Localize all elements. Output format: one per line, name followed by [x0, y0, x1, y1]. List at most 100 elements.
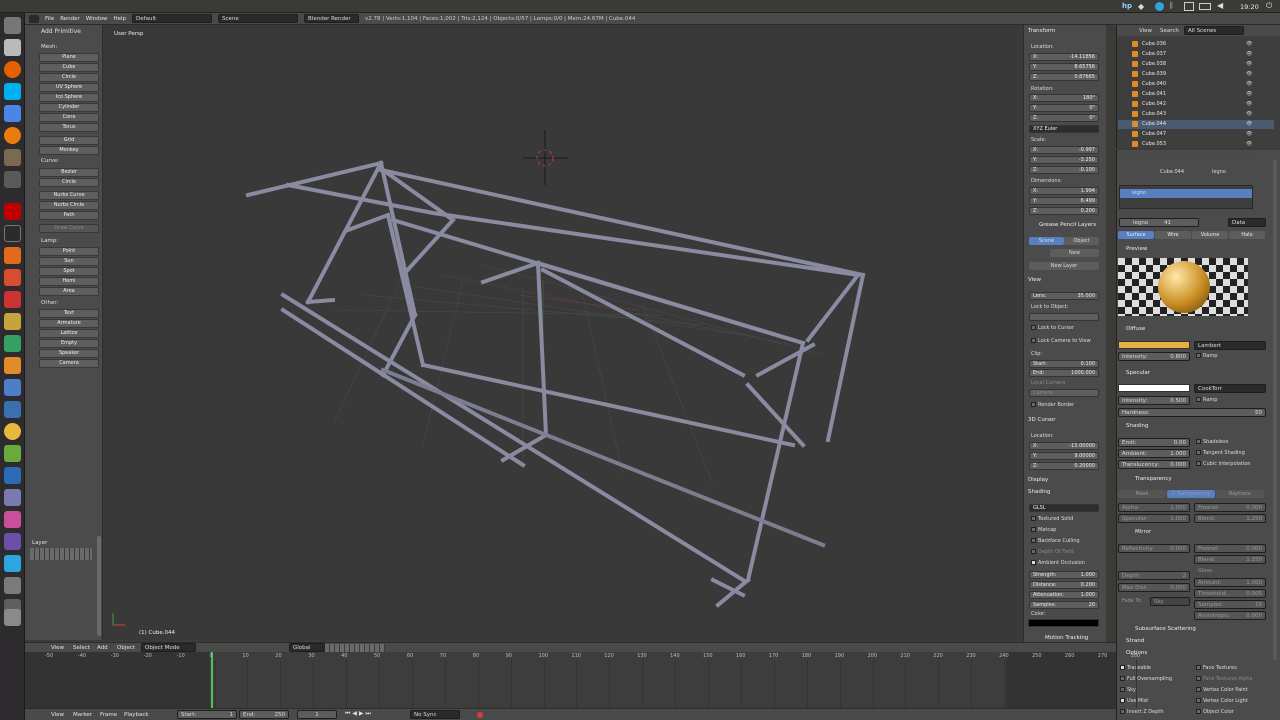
visibility-icon[interactable]: 👁	[1246, 51, 1252, 57]
display-panel-header[interactable]: Display	[1028, 477, 1048, 483]
start-frame-field[interactable]: Start: 1	[177, 710, 237, 719]
add-grid-button[interactable]: Grid	[39, 136, 99, 145]
menu-help[interactable]: Help	[114, 16, 127, 22]
max-dist-field[interactable]: Max Dist: 0.000	[1118, 583, 1190, 592]
outliner-row[interactable]: Cube.053 👁	[1118, 140, 1274, 149]
checkbox[interactable]	[1196, 461, 1201, 466]
option-face-textures-alpha[interactable]: Face Textures Alpha	[1196, 676, 1253, 682]
timeline[interactable]: -50 -40 -30 -20 -10 0 10 20 30 40 50 60 70 80 90 100 110…	[25, 652, 1140, 708]
specular-header[interactable]: Specular	[1126, 370, 1150, 376]
blend-field[interactable]: Blend: 1.250	[1194, 514, 1266, 523]
material-name-field[interactable]: legno 41	[1119, 218, 1199, 227]
specular-shader-dropdown[interactable]: CookTorr	[1194, 384, 1266, 393]
rotation-z-field[interactable]: Z: 0°	[1029, 114, 1099, 122]
specular-color[interactable]	[1118, 384, 1190, 392]
cursor-location-z-field[interactable]: Z: 0.20000	[1029, 462, 1099, 470]
diffuse-color[interactable]	[1118, 341, 1190, 349]
app-icon[interactable]	[4, 357, 21, 374]
app-icon[interactable]	[4, 489, 21, 506]
grease-pencil-header[interactable]: Grease Pencil Layers	[1039, 222, 1096, 228]
cursor-location-y-field[interactable]: Y: 9.00000	[1029, 452, 1099, 460]
material-tab-halo[interactable]: Halo	[1229, 231, 1265, 239]
app-icon[interactable]	[4, 171, 21, 188]
scene-selector[interactable]: Scene	[218, 14, 299, 23]
add-uv-sphere-button[interactable]: UV Sphere	[39, 83, 99, 92]
visibility-icon[interactable]: 👁	[1246, 101, 1252, 107]
reflectivity-field[interactable]: Reflectivity: 0.000	[1118, 544, 1190, 553]
option-object-color[interactable]: Object Color	[1196, 709, 1234, 715]
app-icon[interactable]	[4, 445, 21, 462]
filezilla-icon[interactable]	[4, 203, 21, 220]
layout-selector[interactable]: Default	[132, 14, 213, 23]
toolshelf-scrollbar[interactable]	[97, 536, 101, 636]
checkbox[interactable]	[1031, 516, 1036, 521]
option-sky[interactable]: Sky	[1120, 687, 1136, 693]
vp-menu-view[interactable]: View	[51, 645, 64, 651]
menu-file[interactable]: File	[45, 16, 54, 22]
option-full-oversampling[interactable]: Full Oversampling	[1120, 676, 1172, 682]
checkbox[interactable]	[1120, 676, 1125, 681]
add-cylinder-button[interactable]: Cylinder	[39, 103, 99, 112]
checkbox[interactable]	[1196, 709, 1201, 714]
telegram-icon[interactable]	[1155, 2, 1164, 11]
depth-of-field[interactable]: Depth Of Field	[1031, 549, 1074, 555]
chrome-icon[interactable]	[4, 423, 21, 440]
volume-icon[interactable]: ◀	[1217, 1, 1223, 10]
new-button[interactable]: New	[1050, 249, 1099, 257]
add-text-button[interactable]: Text	[39, 309, 99, 318]
sss-header[interactable]: Subsurface Scattering	[1135, 626, 1196, 632]
ambient-occlusion[interactable]: Ambient Occlusion	[1031, 560, 1085, 566]
engine-selector[interactable]: Blender Render	[304, 14, 360, 23]
app-icon[interactable]	[4, 335, 21, 352]
layer-buttons[interactable]	[325, 644, 385, 652]
keyboard-icon[interactable]	[1184, 2, 1194, 11]
add-torus-button[interactable]: Torus	[39, 123, 99, 132]
app-icon[interactable]	[4, 247, 21, 264]
checkbox[interactable]	[1031, 338, 1036, 343]
add-nurbs-curve-button[interactable]: Nurbs Curve	[39, 191, 99, 200]
checkbox[interactable]	[1031, 538, 1036, 543]
dimensions-x-field[interactable]: X: 1.994	[1029, 187, 1099, 195]
diffuse-header[interactable]: Diffuse	[1126, 326, 1145, 332]
add-speaker-button[interactable]: Speaker	[39, 349, 99, 358]
docs-icon[interactable]	[4, 105, 21, 122]
outliner-row[interactable]: Cube.041 👁	[1118, 90, 1274, 99]
diffuse-intensity-field[interactable]: Intensity: 0.800	[1118, 352, 1190, 361]
checkbox[interactable]	[1196, 687, 1201, 692]
checkbox[interactable]	[1120, 665, 1125, 670]
tl-menu-view[interactable]: View	[51, 712, 64, 718]
checkbox[interactable]	[1196, 698, 1201, 703]
location-z-field[interactable]: Z: 0.87665	[1029, 73, 1099, 81]
scene-toggle[interactable]: Scene	[1029, 237, 1064, 245]
bluetooth-icon[interactable]: ᛒ	[1169, 1, 1174, 10]
app-icon[interactable]	[4, 313, 21, 330]
checkbox[interactable]	[1120, 687, 1125, 692]
visibility-icon[interactable]: 👁	[1246, 121, 1252, 127]
hardness-field[interactable]: Hardness: 50	[1118, 408, 1266, 417]
app-icon[interactable]	[4, 401, 21, 418]
ao-field[interactable]: Strength: 1.000	[1029, 571, 1099, 579]
app-icon[interactable]	[4, 269, 21, 286]
checkbox[interactable]	[1196, 397, 1201, 402]
outliner-row[interactable]: Cube.044 👁	[1118, 120, 1274, 129]
app-icon[interactable]	[4, 379, 21, 396]
outliner-row[interactable]: Cube.038 👁	[1118, 60, 1274, 69]
lock-object-field[interactable]	[1029, 313, 1099, 321]
matcap[interactable]: Matcap	[1031, 527, 1056, 533]
record-icon[interactable]	[477, 712, 483, 718]
home-icon[interactable]	[4, 17, 21, 34]
rotation-mode-dropdown[interactable]: XYZ Euler	[1029, 125, 1099, 133]
visibility-icon[interactable]: 👁	[1246, 61, 1252, 67]
samples-field[interactable]: Samples: 18	[1194, 600, 1266, 609]
draw-curve-button[interactable]: Draw Curve	[39, 224, 99, 233]
layer-grid[interactable]	[30, 548, 92, 560]
lock-to-cursor[interactable]: Lock to Cursor	[1031, 325, 1074, 331]
translucency-field[interactable]: Translucency: 0.000	[1118, 460, 1190, 469]
ambient-field[interactable]: Ambient: 1.000	[1118, 449, 1190, 458]
current-frame-line[interactable]	[211, 652, 213, 708]
ao-field[interactable]: Samples: 20	[1029, 601, 1099, 609]
transform-panel-header[interactable]: Transform	[1028, 28, 1055, 34]
preview-header[interactable]: Preview	[1126, 246, 1147, 252]
add-plane-button[interactable]: Plane	[39, 53, 99, 62]
add-ico-sphere-button[interactable]: Ico Sphere	[39, 93, 99, 102]
